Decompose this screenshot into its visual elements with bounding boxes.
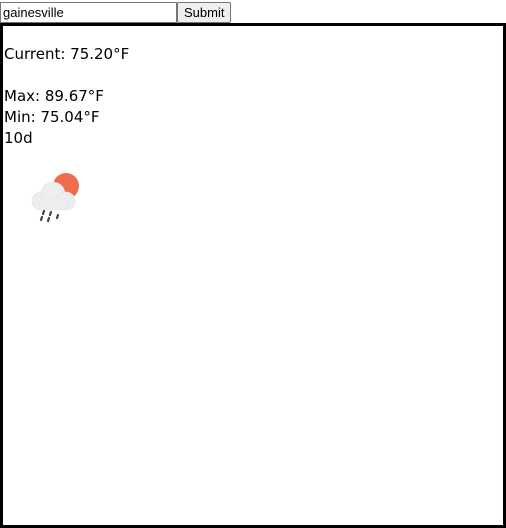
submit-button[interactable]: Submit [177,2,232,23]
current-temperature: Current: 75.20°F [4,45,130,63]
search-form: Submit [0,2,232,23]
weather-panel: Current: 75.20°F Max: 89.67°F Min: 75.04… [0,23,506,528]
weather-readings: Current: 75.20°F Max: 89.67°F Min: 75.04… [4,44,129,149]
min-temperature: Min: 75.04°F [4,108,100,126]
rain-drops [39,209,60,223]
max-temperature: Max: 89.67°F [4,87,104,105]
weather-icon-code: 10d [4,129,33,147]
city-search-input[interactable] [0,2,177,23]
sun-behind-rain-cloud-icon [31,173,79,223]
